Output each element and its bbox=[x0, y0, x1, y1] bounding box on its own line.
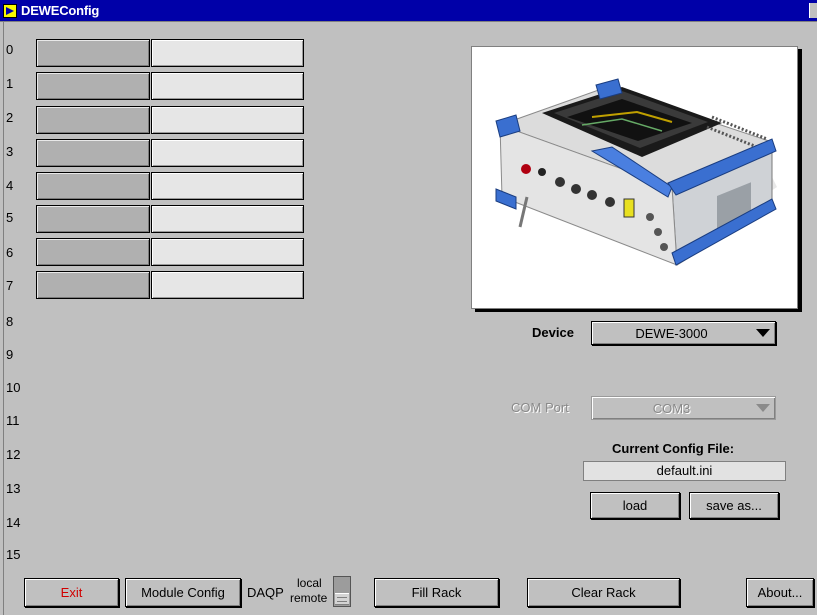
slot-6-field[interactable] bbox=[151, 238, 304, 266]
config-file-field: default.ini bbox=[583, 461, 786, 481]
row-number: 12 bbox=[6, 447, 21, 462]
row-number: 8 bbox=[6, 314, 14, 329]
device-image bbox=[471, 46, 798, 309]
slot-7-button[interactable] bbox=[36, 271, 150, 299]
daqp-label: DAQP bbox=[247, 585, 284, 600]
slot-2-field[interactable] bbox=[151, 106, 304, 134]
slot-1-button[interactable] bbox=[36, 72, 150, 100]
window-title: DEWEConfig bbox=[21, 3, 100, 18]
device-value: DEWE-3000 bbox=[635, 325, 708, 341]
row-number: 13 bbox=[6, 481, 21, 496]
device-select[interactable]: DEWE-3000 bbox=[591, 321, 776, 345]
device-label: Device bbox=[532, 325, 574, 340]
module-config-button[interactable]: Module Config bbox=[125, 578, 241, 607]
row-number: 9 bbox=[6, 347, 14, 362]
fill-rack-button[interactable]: Fill Rack bbox=[374, 578, 499, 607]
slot-number: 2 bbox=[6, 110, 14, 125]
slot-2-button[interactable] bbox=[36, 106, 150, 134]
window-control-button[interactable] bbox=[809, 3, 817, 18]
about-button[interactable]: About... bbox=[746, 578, 814, 607]
title-bar[interactable]: DEWEConfig bbox=[0, 0, 817, 22]
row-number: 15 bbox=[6, 547, 21, 562]
local-label: local bbox=[297, 576, 322, 590]
slot-number: 4 bbox=[6, 178, 14, 193]
row-number: 11 bbox=[6, 413, 20, 428]
clear-rack-button[interactable]: Clear Rack bbox=[527, 578, 680, 607]
row-number: 14 bbox=[6, 515, 21, 530]
window-edge bbox=[0, 22, 4, 615]
labview-icon bbox=[3, 3, 17, 18]
row-number: 10 bbox=[6, 380, 21, 395]
remote-label: remote bbox=[290, 591, 328, 605]
slot-0-button[interactable] bbox=[36, 39, 150, 67]
slot-0-field[interactable] bbox=[151, 39, 304, 67]
slot-7-field[interactable] bbox=[151, 271, 304, 299]
slot-3-field[interactable] bbox=[151, 139, 304, 167]
load-button[interactable]: load bbox=[590, 492, 680, 519]
slot-number: 6 bbox=[6, 245, 14, 260]
toggle-knob bbox=[335, 593, 349, 605]
slot-number: 3 bbox=[6, 144, 14, 159]
save-as-button[interactable]: save as... bbox=[689, 492, 779, 519]
slot-3-button[interactable] bbox=[36, 139, 150, 167]
com-port-label: COM Port bbox=[511, 400, 569, 415]
slot-number: 0 bbox=[6, 42, 14, 57]
slot-number: 5 bbox=[6, 210, 14, 225]
com-port-select[interactable]: COM3 bbox=[591, 396, 776, 420]
slot-number: 1 bbox=[6, 76, 14, 91]
exit-button[interactable]: Exit bbox=[24, 578, 119, 607]
slot-4-field[interactable] bbox=[151, 172, 304, 200]
slot-1-field[interactable] bbox=[151, 72, 304, 100]
slot-number: 7 bbox=[6, 278, 14, 293]
slot-5-button[interactable] bbox=[36, 205, 150, 233]
com-port-value: COM3 bbox=[652, 400, 691, 416]
slot-4-button[interactable] bbox=[36, 172, 150, 200]
chevron-down-icon bbox=[751, 397, 775, 419]
slot-6-button[interactable] bbox=[36, 238, 150, 266]
local-remote-toggle[interactable] bbox=[333, 576, 351, 607]
current-config-label: Current Config File: bbox=[612, 441, 735, 456]
chevron-down-icon bbox=[751, 322, 775, 344]
dewe-device-illustration bbox=[495, 78, 777, 266]
slot-5-field[interactable] bbox=[151, 205, 304, 233]
